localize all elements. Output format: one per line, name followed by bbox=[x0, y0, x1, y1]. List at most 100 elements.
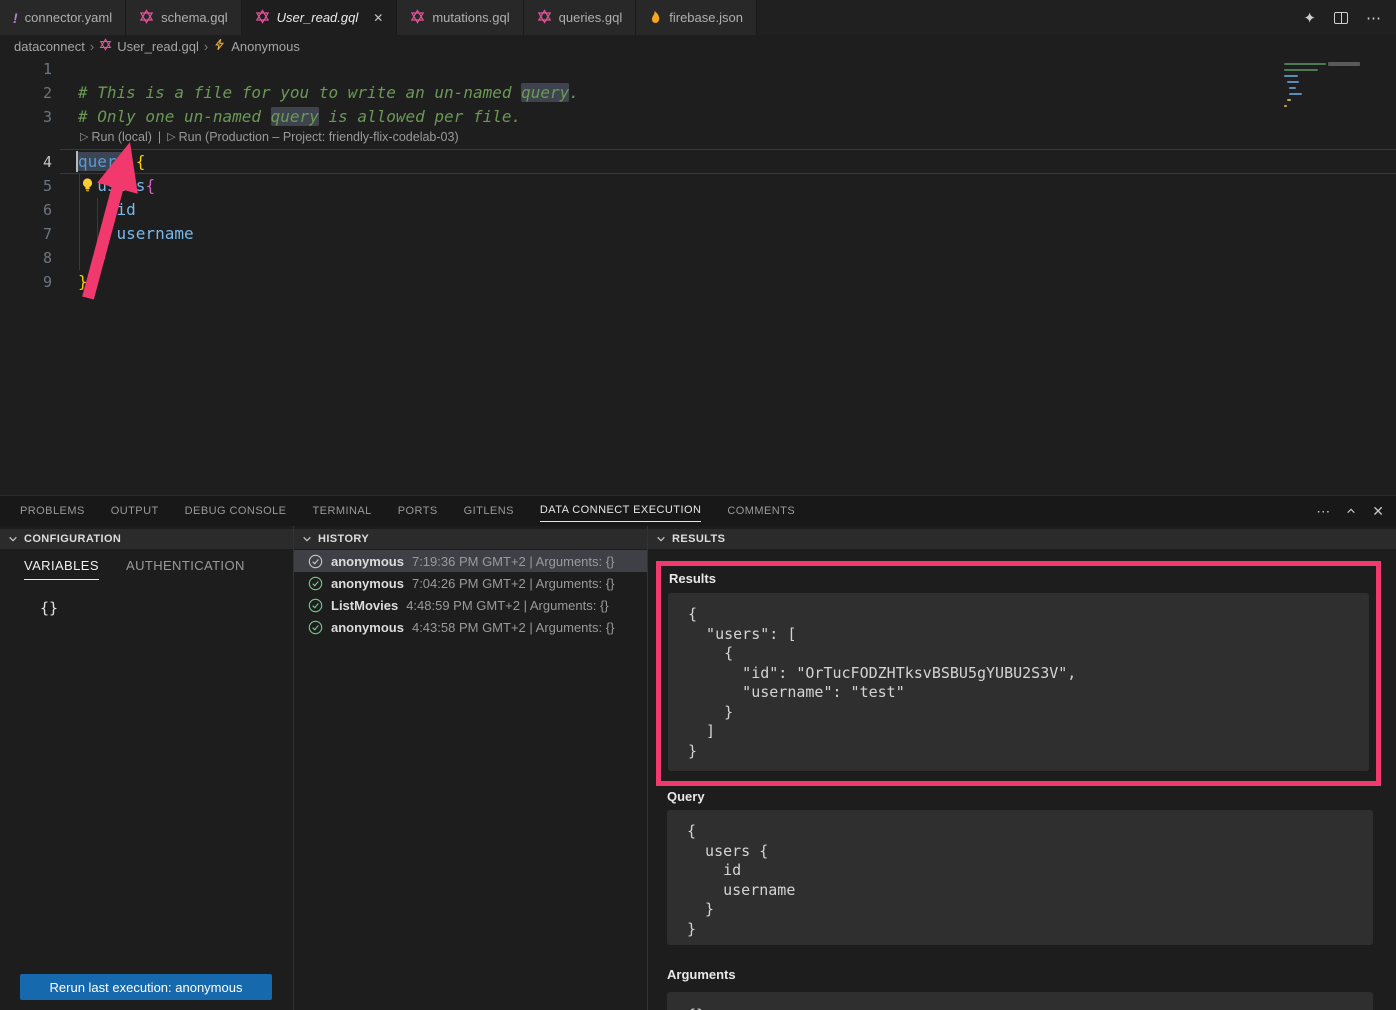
results-json-output: { "users": [ { "id": "OrTucFODZHTksvBSBU… bbox=[668, 593, 1369, 771]
history-item[interactable]: anonymous 7:19:36 PM GMT+2 | Arguments: … bbox=[294, 550, 647, 572]
tab-label: mutations.gql bbox=[432, 10, 509, 25]
editor-tab-bar: ! connector.yaml schema.gql User_read.gq… bbox=[0, 0, 1396, 35]
breadcrumb-symbol[interactable]: Anonymous bbox=[213, 38, 300, 54]
line-number: 3 bbox=[0, 105, 52, 129]
history-section: HISTORY anonymous 7:19:36 PM GMT+2 | Arg… bbox=[293, 526, 647, 1010]
history-item-details: 4:48:59 PM GMT+2 | Arguments: {} bbox=[406, 598, 608, 613]
vscode-window: ! connector.yaml schema.gql User_read.gq… bbox=[0, 0, 1396, 1010]
play-icon: ▷ bbox=[80, 127, 88, 148]
history-item-name: ListMovies bbox=[331, 598, 398, 613]
split-editor-icon[interactable] bbox=[1334, 12, 1348, 24]
play-icon: ▷ bbox=[167, 127, 175, 148]
graphql-icon bbox=[537, 9, 552, 27]
chevron-down-icon bbox=[8, 534, 18, 544]
code-line: username bbox=[78, 222, 194, 246]
panel-tab-output[interactable]: OUTPUT bbox=[111, 501, 159, 522]
configuration-header[interactable]: CONFIGURATION bbox=[0, 529, 293, 549]
results-highlight-annotation: Results { "users": [ { "id": "OrTucFODZH… bbox=[656, 561, 1381, 786]
bottom-panel: PROBLEMS OUTPUT DEBUG CONSOLE TERMINAL P… bbox=[0, 495, 1396, 1010]
query-code-block: { users { id username } } bbox=[667, 810, 1373, 945]
history-header[interactable]: HISTORY bbox=[294, 529, 647, 549]
codelens-separator: | bbox=[158, 127, 161, 148]
line-number: 2 bbox=[0, 81, 52, 105]
history-item-details: 4:43:58 PM GMT+2 | Arguments: {} bbox=[412, 620, 614, 635]
arguments-code-block: {} bbox=[667, 992, 1373, 1010]
run-production-link[interactable]: ▷Run (Production – Project: friendly-fli… bbox=[167, 127, 458, 148]
tab-queries-gql[interactable]: queries.gql bbox=[524, 0, 637, 35]
graphql-icon bbox=[99, 38, 112, 54]
code-editor[interactable]: 1 2 3 4 5 6 7 8 9 # This is a file for y… bbox=[0, 57, 1396, 495]
close-tab-icon[interactable]: ✕ bbox=[373, 11, 383, 25]
copilot-sparkle-icon[interactable]: ✦ bbox=[1303, 9, 1316, 27]
selected-keyword: query bbox=[78, 152, 126, 171]
line-number: 8 bbox=[0, 246, 52, 270]
panel-tab-comments[interactable]: COMMENTS bbox=[727, 501, 795, 522]
breadcrumb-folder[interactable]: dataconnect bbox=[14, 39, 85, 54]
current-line-highlight bbox=[60, 149, 1396, 174]
tab-label: firebase.json bbox=[669, 10, 743, 25]
tab-label: queries.gql bbox=[559, 10, 623, 25]
line-number: 5 bbox=[0, 174, 52, 198]
tab-label: User_read.gql bbox=[277, 10, 359, 25]
tab-label: schema.gql bbox=[161, 10, 227, 25]
history-item-name: anonymous bbox=[331, 620, 404, 635]
breadcrumb-file-label: User_read.gql bbox=[117, 39, 199, 54]
panel-tab-problems[interactable]: PROBLEMS bbox=[20, 501, 85, 522]
yaml-warning-icon: ! bbox=[13, 10, 18, 26]
check-circle-icon bbox=[308, 620, 323, 635]
minimap[interactable] bbox=[1282, 59, 1394, 123]
lightbulb-icon[interactable] bbox=[80, 177, 95, 193]
tab-mutations-gql[interactable]: mutations.gql bbox=[397, 0, 523, 35]
graphql-icon bbox=[255, 9, 270, 27]
editor-actions: ✦ ⋯ bbox=[1303, 0, 1396, 35]
chevron-down-icon bbox=[656, 534, 666, 544]
run-local-link[interactable]: ▷Run (local) bbox=[80, 127, 152, 148]
results-label: Results bbox=[669, 571, 716, 586]
history-item[interactable]: anonymous 7:04:26 PM GMT+2 | Arguments: … bbox=[294, 572, 647, 594]
graphql-icon bbox=[410, 9, 425, 27]
code-line-comment: # Only one un-named query is allowed per… bbox=[78, 105, 521, 129]
panel-tab-terminal[interactable]: TERMINAL bbox=[312, 501, 371, 522]
tab-variables[interactable]: VARIABLES bbox=[24, 558, 99, 580]
history-item[interactable]: anonymous 4:43:58 PM GMT+2 | Arguments: … bbox=[294, 616, 647, 638]
check-circle-icon bbox=[308, 598, 323, 613]
variables-value: {} bbox=[40, 599, 58, 617]
history-item-details: 7:04:26 PM GMT+2 | Arguments: {} bbox=[412, 576, 614, 591]
code-line: query { bbox=[78, 150, 145, 174]
more-actions-icon[interactable]: ⋯ bbox=[1366, 9, 1382, 27]
close-panel-icon[interactable]: ✕ bbox=[1372, 503, 1384, 520]
breadcrumb-separator: › bbox=[204, 39, 208, 54]
check-circle-icon bbox=[308, 554, 323, 569]
rerun-last-execution-button[interactable]: Rerun last execution: anonymous bbox=[20, 974, 272, 1000]
panel-tab-data-connect-execution[interactable]: DATA CONNECT EXECUTION bbox=[540, 500, 701, 522]
line-number: 1 bbox=[0, 57, 52, 81]
tab-schema-gql[interactable]: schema.gql bbox=[126, 0, 241, 35]
line-number: 4 bbox=[0, 150, 52, 174]
code-line: } bbox=[78, 270, 88, 294]
panel-tab-ports[interactable]: PORTS bbox=[398, 501, 438, 522]
history-item[interactable]: ListMovies 4:48:59 PM GMT+2 | Arguments:… bbox=[294, 594, 647, 616]
line-number: 9 bbox=[0, 270, 52, 294]
codelens: ▷Run (local) | ▷Run (Production – Projec… bbox=[80, 127, 459, 148]
tab-label: connector.yaml bbox=[25, 10, 112, 25]
history-item-name: anonymous bbox=[331, 576, 404, 591]
results-header[interactable]: RESULTS bbox=[648, 529, 1396, 549]
breadcrumb: dataconnect › User_read.gql › Anonymous bbox=[0, 35, 1396, 57]
tab-connector-yaml[interactable]: ! connector.yaml bbox=[0, 0, 126, 35]
graphql-icon bbox=[139, 9, 154, 27]
tab-user-read-gql[interactable]: User_read.gql ✕ bbox=[242, 0, 398, 35]
panel-tab-debug-console[interactable]: DEBUG CONSOLE bbox=[185, 501, 287, 522]
panel-more-icon[interactable]: ⋯ bbox=[1316, 503, 1330, 520]
history-item-name: anonymous bbox=[331, 554, 404, 569]
tab-authentication[interactable]: AUTHENTICATION bbox=[126, 558, 245, 573]
panel-tab-gitlens[interactable]: GITLENS bbox=[464, 501, 514, 522]
code-line-comment: # This is a file for you to write an un-… bbox=[78, 81, 579, 105]
tab-firebase-json[interactable]: firebase.json bbox=[636, 0, 757, 35]
query-symbol-icon bbox=[213, 38, 226, 54]
indent-guide bbox=[97, 198, 98, 246]
text-cursor bbox=[76, 151, 78, 172]
line-number: 6 bbox=[0, 198, 52, 222]
maximize-panel-icon[interactable] bbox=[1346, 506, 1356, 516]
check-circle-icon bbox=[308, 576, 323, 591]
breadcrumb-file[interactable]: User_read.gql bbox=[99, 38, 199, 54]
